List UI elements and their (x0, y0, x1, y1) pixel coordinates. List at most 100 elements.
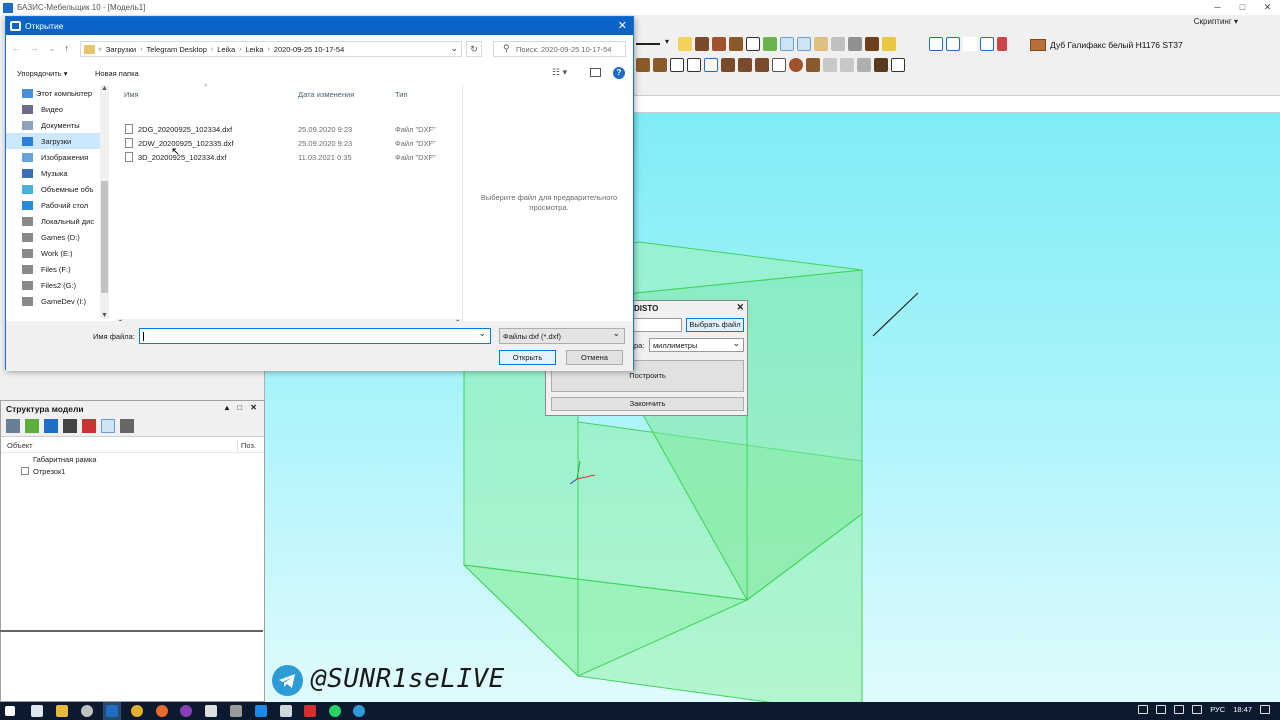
chrome-icon[interactable] (131, 705, 143, 717)
view-tool-icon[interactable] (848, 37, 862, 51)
select-tool-icon[interactable] (678, 37, 692, 51)
settings-icon[interactable] (6, 418, 20, 433)
sphere-icon[interactable] (789, 58, 803, 72)
new-folder-button[interactable]: Новая папка (95, 69, 139, 78)
mirror-icon[interactable] (857, 58, 871, 72)
telegram-app-icon[interactable] (353, 705, 365, 717)
sidebar-item[interactable]: Локальный дис (6, 213, 109, 229)
windows-start-icon[interactable] (5, 706, 15, 716)
pos-column-header[interactable]: Поз. (237, 441, 256, 452)
breadcrumb-item[interactable]: Leika (217, 45, 235, 54)
fitting-tool-icon[interactable] (729, 37, 743, 51)
paint-tool-icon[interactable] (882, 37, 896, 51)
profile-icon[interactable] (653, 58, 667, 72)
line-style-select[interactable] (634, 37, 670, 51)
tree-item-segment[interactable]: Отрезок1 (1, 465, 264, 477)
back-arrow-icon[interactable]: ← (12, 43, 21, 54)
close-icon[interactable]: ✕ (736, 302, 744, 313)
date-column-header[interactable]: Дата изменения (298, 90, 354, 99)
language-indicator[interactable]: РУС (1210, 705, 1225, 714)
zoom-box-icon[interactable] (831, 37, 845, 51)
sidebar-item[interactable]: Этот компьютер (6, 85, 109, 101)
search-input[interactable]: ⚲ Поиск: 2020-09-25 10-17-54 (493, 41, 626, 57)
sidebar-item[interactable]: Видео (6, 101, 109, 117)
help-icon[interactable] (44, 418, 58, 433)
scroll-up-icon[interactable]: ▲ (101, 85, 108, 92)
open-button[interactable]: Открыть (499, 350, 556, 365)
segment-checkbox[interactable] (21, 467, 29, 475)
firefox-icon[interactable] (156, 705, 168, 717)
fit-icon[interactable] (980, 37, 994, 51)
type-column-header[interactable]: Тип (395, 90, 408, 99)
minimize-icon[interactable]: ─ (1205, 0, 1230, 15)
help-icon[interactable]: ? (613, 67, 625, 79)
tree-item-frame[interactable]: Габаритная рамка (1, 453, 264, 465)
breadcrumb-item[interactable]: Telegram Desktop (146, 45, 206, 54)
app3-icon[interactable] (280, 705, 292, 717)
add-icon[interactable] (25, 418, 39, 433)
panel-tool-icon[interactable] (712, 37, 726, 51)
volume-icon[interactable] (1192, 705, 1203, 714)
material-field[interactable]: Дуб Галифакс белый H1176 ST37 (1030, 38, 1183, 52)
scroll-thumb[interactable] (101, 181, 108, 293)
sidebar-item[interactable]: Изображения (6, 149, 109, 165)
up-arrow-icon[interactable]: ↑ (65, 43, 70, 54)
texture-icon[interactable] (874, 58, 888, 72)
obs-icon[interactable] (180, 705, 192, 717)
drawer-icon[interactable] (687, 58, 701, 72)
choose-file-button[interactable]: Выбрать файл (686, 318, 744, 332)
sidebar-item[interactable]: GameDev (I:) (6, 293, 109, 309)
chevron-down-icon[interactable]: ⌄ (450, 43, 458, 54)
wood-panel-icon[interactable] (636, 58, 650, 72)
breadcrumb[interactable]: « Загрузки › Telegram Desktop › Leika › … (80, 41, 462, 57)
close-icon[interactable]: ✕ (618, 19, 627, 32)
discord-icon[interactable] (1138, 705, 1149, 714)
sidebar-scrollbar[interactable]: ▲ ▼ (100, 85, 109, 319)
whatsapp-icon[interactable] (329, 705, 341, 717)
zoom-icon[interactable] (963, 37, 977, 51)
sidebar-item[interactable]: Загрузки (6, 133, 109, 149)
hinge-icon[interactable] (721, 58, 735, 72)
breadcrumb-item[interactable]: 2020-09-25 10-17-54 (274, 45, 344, 54)
sidebar-item[interactable]: Files2 (G:) (6, 277, 109, 293)
network-icon[interactable] (1174, 705, 1185, 714)
command-line[interactable] (634, 95, 1280, 113)
forward-arrow-icon[interactable]: → (30, 43, 39, 54)
file-row[interactable]: 2DG_20200925_102334.dxf 25.09.2020 9:23 Фа… (116, 122, 462, 136)
panel-controls[interactable]: ▴ □ ✕ (225, 403, 260, 412)
clock[interactable]: 18:47 (1233, 705, 1252, 714)
pyramid-icon[interactable] (806, 58, 820, 72)
object-column-header[interactable]: Объект (1, 441, 237, 452)
organize-menu[interactable]: Упорядочить ▾ (17, 69, 68, 78)
snap-tool-icon[interactable] (780, 37, 794, 51)
file-row[interactable]: 3D_20200925_102334.dxf 11.03.2021 0:35 Фай… (116, 150, 462, 164)
frame-icon[interactable] (670, 58, 684, 72)
app2-icon[interactable] (230, 705, 242, 717)
material-icon[interactable] (997, 37, 1007, 51)
maximize-icon[interactable]: □ (1230, 0, 1255, 15)
breadcrumb-item[interactable]: Leika (246, 45, 264, 54)
find-icon[interactable] (101, 418, 115, 433)
sidebar-item[interactable]: Files (F:) (6, 261, 109, 277)
units-select[interactable]: миллиметры (649, 338, 744, 352)
grid-tool-icon[interactable] (814, 37, 828, 51)
array-icon[interactable] (840, 58, 854, 72)
vscode-icon[interactable] (255, 705, 267, 717)
app-icon[interactable] (205, 705, 217, 717)
delete-icon[interactable] (82, 418, 96, 433)
box-tool-icon[interactable] (865, 37, 879, 51)
recent-chevron-icon[interactable]: ⌄ (48, 43, 56, 54)
filename-input[interactable] (139, 328, 491, 344)
zoom-window-icon[interactable] (946, 37, 960, 51)
sidebar-item[interactable]: Музыка (6, 165, 109, 181)
task-view-icon[interactable] (31, 705, 43, 717)
cursor-tool-icon[interactable] (891, 58, 905, 72)
file-row[interactable]: 2DW_20200925_102335.dxf 25.09.2020 9:23 Фа… (116, 136, 462, 150)
bend-icon[interactable] (755, 58, 769, 72)
sidebar-item[interactable]: Work (E:) (6, 245, 109, 261)
filetype-select[interactable]: Файлы dxf (*.dxf) (499, 328, 625, 344)
disto-file-field[interactable] (632, 318, 682, 332)
basis-app-icon[interactable] (106, 705, 118, 717)
sidebar-item[interactable]: Games (D:) (6, 229, 109, 245)
file-explorer-icon[interactable] (56, 705, 68, 717)
